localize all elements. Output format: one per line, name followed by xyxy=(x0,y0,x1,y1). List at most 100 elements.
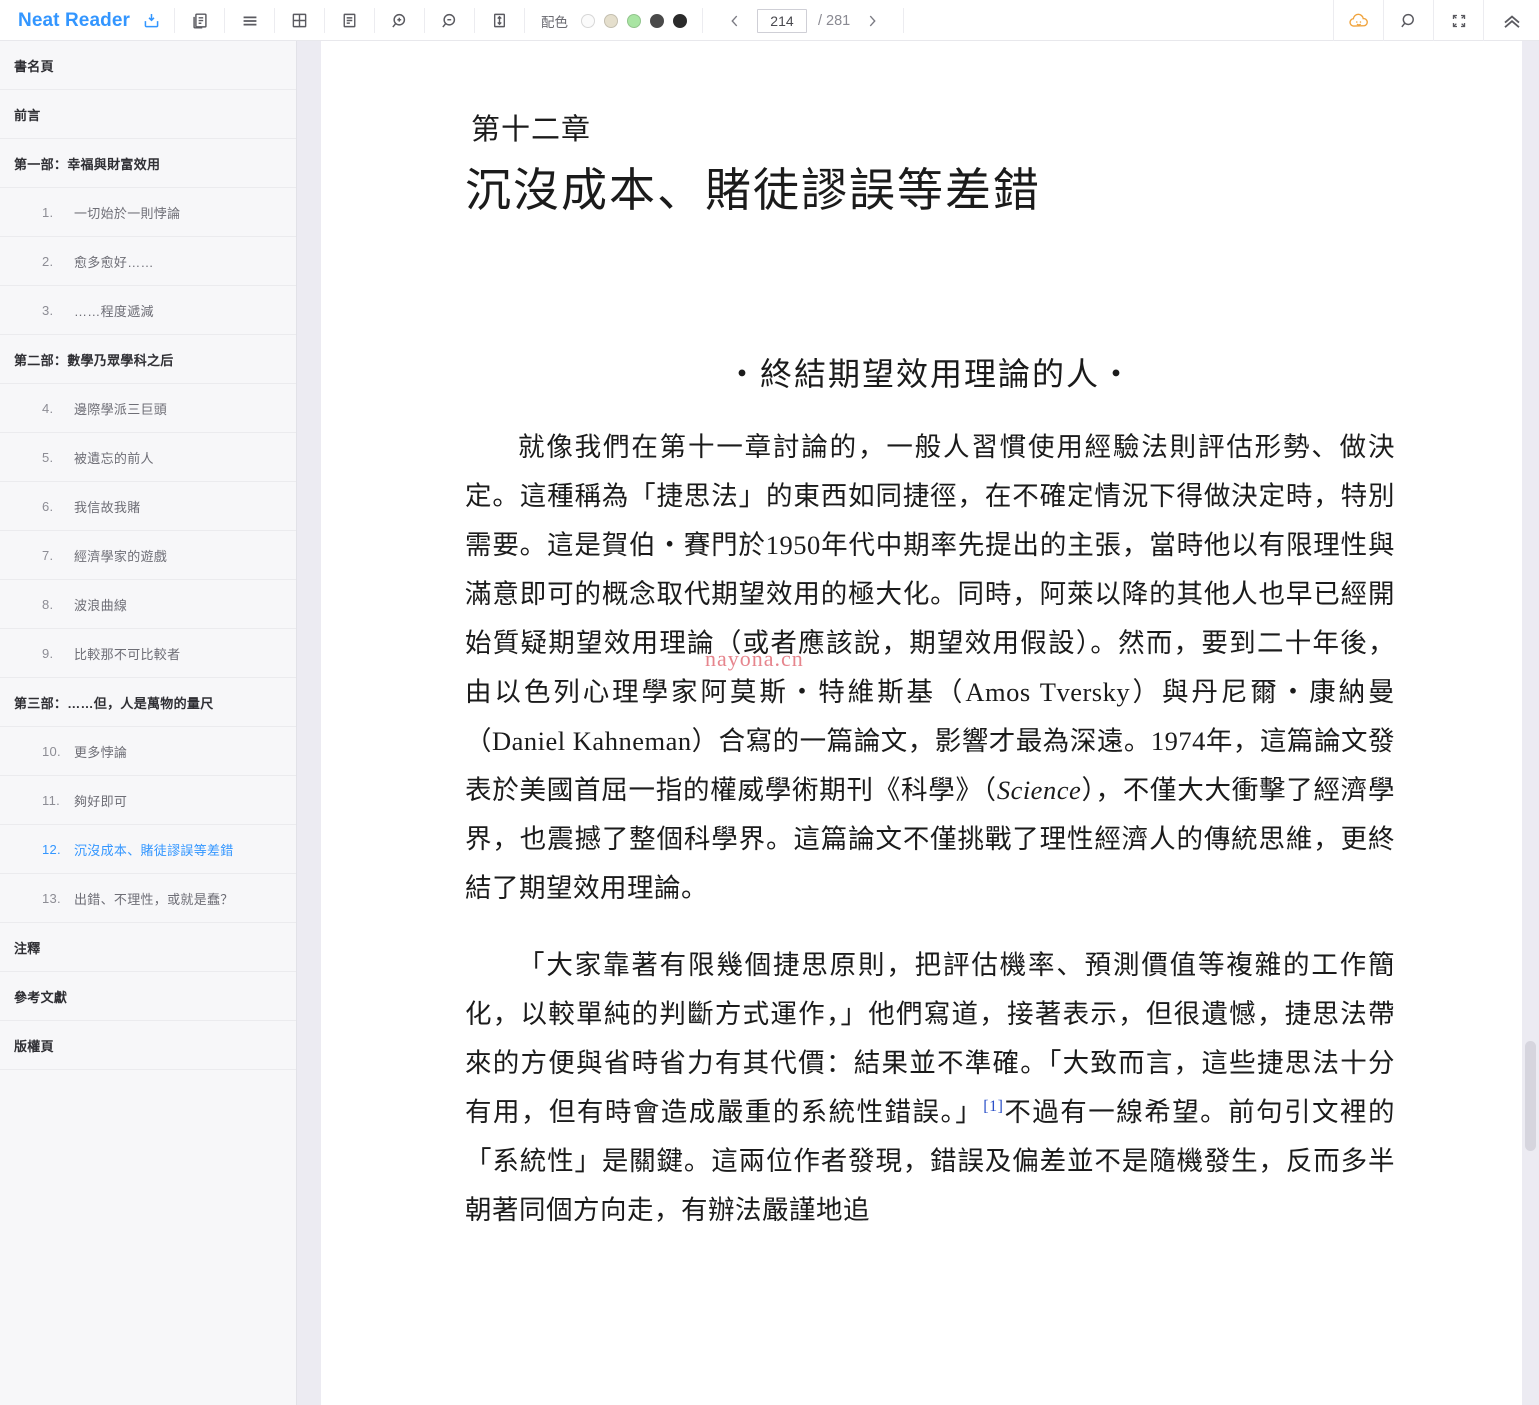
fullscreen-icon[interactable] xyxy=(1433,0,1483,41)
sidebar-item-13[interactable]: 第三部：……但，人是萬物的量尺 xyxy=(0,678,296,727)
top-toolbar: Neat Reader 配色 214 / 281 xyxy=(0,0,1539,41)
brand-group: Neat Reader xyxy=(0,0,175,41)
toc-item-number: 3. xyxy=(42,302,54,318)
sidebar-item-2[interactable]: 第一部：幸福與財富效用 xyxy=(0,139,296,188)
sidebar-item-10[interactable]: 7. 經濟學家的遊戲 xyxy=(0,531,296,580)
toc-item-label: 書名頁 xyxy=(14,58,54,74)
zoom-in-icon[interactable] xyxy=(375,0,425,41)
toc-item-label: 愈多愈好…… xyxy=(74,254,154,270)
toc-sidebar[interactable]: 書名頁前言第一部：幸福與財富效用 1. 一切始於一則悖論 2. 愈多愈好…… 3. ……程度… xyxy=(0,41,296,1405)
chevron-left-icon[interactable] xyxy=(723,10,746,32)
toc-item-number: 10. xyxy=(42,743,61,759)
sidebar-divider xyxy=(296,41,297,1405)
toc-item-number: 13. xyxy=(42,890,61,906)
toc-item-number: 4. xyxy=(42,400,54,416)
single-page-icon[interactable] xyxy=(325,0,375,41)
toolbar-right-group xyxy=(1333,0,1539,41)
paragraph-1-part-a: 就像我們在第十一章討論的，一般人習慣使用經驗法則評估形勢、做決定。這種稱為「捷思… xyxy=(465,432,1395,806)
book-page: 第十二章 沉沒成本、賭徒謬誤等差錯 ・終結期望效用理論的人・ 就像我們在第十一章… xyxy=(465,41,1395,1235)
toc-item-label: ……程度遞減 xyxy=(74,303,154,319)
toc-item-label: 我信故我賭 xyxy=(74,499,141,515)
sidebar-item-17[interactable]: 13. 出錯、不理性，或就是蠢？ xyxy=(0,874,296,923)
paragraph-1-italic-science: Science xyxy=(996,775,1082,806)
toc-item-label: 更多悖論 xyxy=(74,744,128,760)
sidebar-item-0[interactable]: 書名頁 xyxy=(0,41,296,90)
sidebar-item-7[interactable]: 4. 邊際學派三巨頭 xyxy=(0,384,296,433)
toc-item-label: 被遺忘的前人 xyxy=(74,450,154,466)
toc-item-label: 第三部：……但，人是萬物的量尺 xyxy=(14,695,214,711)
toc-item-label: 第一部：幸福與財富效用 xyxy=(14,156,161,172)
list-view-icon[interactable] xyxy=(225,0,275,41)
toc-item-label: 夠好即可 xyxy=(74,793,128,809)
sidebar-item-4[interactable]: 2. 愈多愈好…… xyxy=(0,237,296,286)
chapter-title: 沉沒成本、賭徒謬誤等差錯 xyxy=(465,164,1041,216)
toc-item-number: 7. xyxy=(42,547,54,563)
color-scheme-group: 配色 xyxy=(525,0,703,41)
page-number-input[interactable] xyxy=(756,8,807,33)
sidebar-item-20[interactable]: 版權頁 xyxy=(0,1021,296,1070)
scheme-swatch-white[interactable] xyxy=(580,13,595,28)
toc-item-number: 9. xyxy=(42,645,54,661)
pagination-group: / 281 xyxy=(703,0,905,41)
toc-item-number: 12. xyxy=(42,841,61,857)
body-paragraph-2: 「大家靠著有限幾個捷思原則，把評估機率、預測價值等複雜的工作簡化，以較單純的判斷… xyxy=(465,941,1395,1235)
sidebar-gutter xyxy=(296,41,321,1405)
toc-item-number: 1. xyxy=(42,204,54,220)
section-heading: ・終結期望效用理論的人・ xyxy=(725,356,1134,393)
search-icon[interactable] xyxy=(1383,0,1433,41)
toc-item-number: 8. xyxy=(42,596,54,612)
toc-item-label: 一切始於一則悖論 xyxy=(74,205,181,221)
body-paragraph-1: 就像我們在第十一章討論的，一般人習慣使用經驗法則評估形勢、做決定。這種稱為「捷思… xyxy=(465,423,1395,913)
color-scheme-label: 配色 xyxy=(540,14,568,30)
toc-item-number: 11. xyxy=(42,792,61,808)
toc-item-label: 版權頁 xyxy=(14,1038,54,1054)
toc-item-label: 邊際學派三巨頭 xyxy=(74,401,168,417)
sidebar-item-11[interactable]: 8. 波浪曲線 xyxy=(0,580,296,629)
sidebar-item-15[interactable]: 11. 夠好即可 xyxy=(0,776,296,825)
copy-icon[interactable] xyxy=(175,0,225,41)
sidebar-item-9[interactable]: 6. 我信故我賭 xyxy=(0,482,296,531)
scheme-swatch-gray[interactable] xyxy=(649,13,664,28)
scheme-swatch-sepia[interactable] xyxy=(603,13,618,28)
download-icon[interactable] xyxy=(142,11,161,30)
sidebar-item-18[interactable]: 注釋 xyxy=(0,923,296,972)
chapter-number: 第十二章 xyxy=(471,114,592,146)
toc-item-label: 波浪曲線 xyxy=(74,597,128,613)
toc-item-label: 參考文獻 xyxy=(14,989,68,1005)
reader-pane: 第十二章 沉沒成本、賭徒謬誤等差錯 ・終結期望效用理論的人・ 就像我們在第十一章… xyxy=(321,41,1539,1405)
app-title: Neat Reader xyxy=(18,9,130,31)
fit-height-icon[interactable] xyxy=(475,0,525,41)
grid-view-icon[interactable] xyxy=(275,0,325,41)
sidebar-item-1[interactable]: 前言 xyxy=(0,90,296,139)
page-total-label: / 281 xyxy=(817,12,851,29)
toc-list: 書名頁前言第一部：幸福與財富效用 1. 一切始於一則悖論 2. 愈多愈好…… 3. ……程度… xyxy=(0,41,296,1070)
toc-item-number: 6. xyxy=(42,498,54,514)
toc-item-label: 出錯、不理性，或就是蠢？ xyxy=(74,891,234,907)
sidebar-item-6[interactable]: 第二部：數學乃眾學科之后 xyxy=(0,335,296,384)
vertical-scrollbar-track[interactable] xyxy=(1522,41,1539,1405)
toc-item-label: 前言 xyxy=(14,107,41,123)
toc-item-label: 經濟學家的遊戲 xyxy=(74,548,168,564)
toc-item-number: 5. xyxy=(42,449,54,465)
sidebar-item-12[interactable]: 9. 比較那不可比較者 xyxy=(0,629,296,678)
scheme-swatch-green[interactable] xyxy=(626,13,641,28)
sidebar-item-5[interactable]: 3. ……程度遞減 xyxy=(0,286,296,335)
collapse-up-icon[interactable] xyxy=(1483,0,1539,41)
sidebar-item-16[interactable]: 12. 沉沒成本、賭徒謬誤等差錯 xyxy=(0,825,296,874)
toc-item-label: 比較那不可比較者 xyxy=(74,646,181,662)
cloud-icon[interactable] xyxy=(1333,0,1383,41)
sidebar-item-3[interactable]: 1. 一切始於一則悖論 xyxy=(0,188,296,237)
toc-item-number: 2. xyxy=(42,253,54,269)
footnote-ref-1[interactable]: [1] xyxy=(983,1098,1003,1115)
toc-item-label: 第二部：數學乃眾學科之后 xyxy=(14,352,174,368)
scheme-swatch-black[interactable] xyxy=(672,13,687,28)
chevron-right-icon[interactable] xyxy=(861,10,884,32)
sidebar-item-14[interactable]: 10. 更多悖論 xyxy=(0,727,296,776)
zoom-out-icon[interactable] xyxy=(425,0,475,41)
toc-item-label: 注釋 xyxy=(14,940,41,956)
toc-item-label: 沉沒成本、賭徒謬誤等差錯 xyxy=(74,842,234,858)
vertical-scrollbar-thumb[interactable] xyxy=(1525,1041,1536,1151)
sidebar-item-19[interactable]: 參考文獻 xyxy=(0,972,296,1021)
sidebar-item-8[interactable]: 5. 被遺忘的前人 xyxy=(0,433,296,482)
